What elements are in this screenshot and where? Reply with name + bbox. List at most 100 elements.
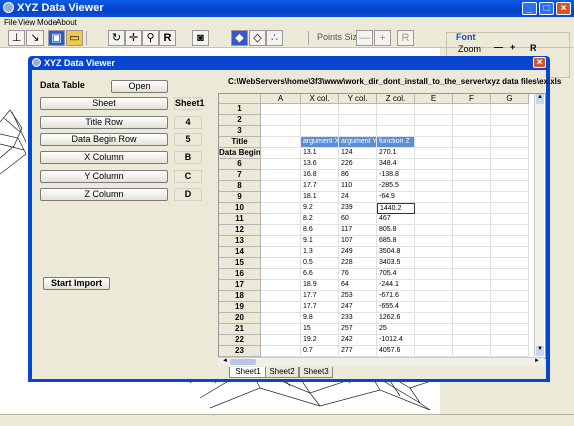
table-cell[interactable] bbox=[491, 181, 529, 192]
table-cell[interactable] bbox=[453, 258, 491, 269]
table-cell[interactable] bbox=[415, 181, 453, 192]
table-cell[interactable]: -138.8 bbox=[377, 170, 415, 181]
table-cell[interactable] bbox=[261, 126, 301, 137]
table-cell[interactable] bbox=[339, 104, 377, 115]
table-cell[interactable]: 249 bbox=[339, 247, 377, 258]
menu-view[interactable]: View bbox=[18, 18, 35, 27]
table-cell[interactable]: 242 bbox=[339, 335, 377, 346]
dialog-close-button[interactable]: × bbox=[533, 57, 546, 68]
table-cell[interactable] bbox=[301, 115, 339, 126]
row-header[interactable]: 10 bbox=[219, 203, 261, 214]
table-cell[interactable]: 1440.2 bbox=[377, 203, 415, 214]
table-cell[interactable]: 107 bbox=[339, 236, 377, 247]
table-cell[interactable]: 17.7 bbox=[301, 181, 339, 192]
table-cell[interactable]: 4057.6 bbox=[377, 346, 415, 357]
table-cell[interactable]: 117 bbox=[339, 225, 377, 236]
points-reset-button[interactable]: R bbox=[397, 30, 414, 46]
table-cell[interactable]: -1012.4 bbox=[377, 335, 415, 346]
zoom-plus-button[interactable]: + bbox=[510, 42, 515, 52]
table-cell[interactable] bbox=[491, 225, 529, 236]
row-header[interactable]: 23 bbox=[219, 346, 261, 357]
table-cell[interactable] bbox=[453, 291, 491, 302]
table-cell[interactable] bbox=[453, 236, 491, 247]
table-cell[interactable]: 13.1 bbox=[301, 148, 339, 159]
table-cell[interactable] bbox=[453, 335, 491, 346]
rotate-icon[interactable]: ↻ bbox=[108, 30, 125, 46]
table-cell[interactable] bbox=[453, 225, 491, 236]
table-cell[interactable]: 348.4 bbox=[377, 159, 415, 170]
table-cell[interactable] bbox=[261, 313, 301, 324]
sheet-tab-2[interactable]: Sheet2 bbox=[265, 367, 299, 378]
table-cell[interactable] bbox=[415, 148, 453, 159]
column-header[interactable]: G bbox=[491, 94, 529, 104]
table-cell[interactable] bbox=[453, 346, 491, 357]
row-header[interactable]: 13 bbox=[219, 236, 261, 247]
table-cell[interactable]: -671.6 bbox=[377, 291, 415, 302]
table-cell[interactable]: 19.2 bbox=[301, 335, 339, 346]
table-cell[interactable] bbox=[491, 126, 529, 137]
x-column-button[interactable]: X Column bbox=[40, 151, 168, 164]
table-cell[interactable]: 1.3 bbox=[301, 247, 339, 258]
column-header[interactable]: A bbox=[261, 94, 301, 104]
table-cell[interactable]: 8.6 bbox=[301, 225, 339, 236]
table-cell[interactable] bbox=[415, 302, 453, 313]
table-cell[interactable] bbox=[415, 236, 453, 247]
table-cell[interactable] bbox=[491, 115, 529, 126]
table-cell[interactable]: 0.5 bbox=[301, 258, 339, 269]
sheet-tab-3[interactable]: Sheet3 bbox=[299, 367, 333, 378]
table-cell[interactable] bbox=[261, 137, 301, 148]
table-cell[interactable] bbox=[453, 126, 491, 137]
menu-file[interactable]: File bbox=[4, 18, 17, 27]
table-cell[interactable] bbox=[491, 302, 529, 313]
table-cell[interactable] bbox=[491, 159, 529, 170]
points-size-minus-button[interactable]: — bbox=[356, 30, 373, 46]
row-header[interactable]: 12 bbox=[219, 225, 261, 236]
table-cell[interactable] bbox=[453, 269, 491, 280]
table-cell[interactable]: 257 bbox=[339, 324, 377, 335]
vertical-scrollbar[interactable]: ▲ ▼ bbox=[534, 94, 544, 356]
table-cell[interactable]: 15 bbox=[301, 324, 339, 335]
data-begin-row-button[interactable]: Data Begin Row bbox=[40, 133, 168, 146]
table-cell[interactable] bbox=[453, 313, 491, 324]
table-cell[interactable]: 60 bbox=[339, 214, 377, 225]
table-cell[interactable] bbox=[261, 269, 301, 280]
table-cell[interactable]: 17.7 bbox=[301, 302, 339, 313]
table-cell[interactable] bbox=[453, 170, 491, 181]
open-folder-icon[interactable]: ▭ bbox=[66, 30, 83, 46]
table-cell[interactable] bbox=[491, 236, 529, 247]
table-cell[interactable] bbox=[415, 104, 453, 115]
table-cell[interactable]: 1262.6 bbox=[377, 313, 415, 324]
scroll-up-arrow-icon[interactable]: ▲ bbox=[536, 94, 544, 104]
table-cell[interactable]: 3504.8 bbox=[377, 247, 415, 258]
table-cell[interactable] bbox=[491, 137, 529, 148]
table-cell[interactable] bbox=[415, 225, 453, 236]
table-cell[interactable] bbox=[415, 247, 453, 258]
table-cell[interactable] bbox=[339, 115, 377, 126]
sheet-tab-1[interactable]: Sheet1 bbox=[229, 367, 267, 378]
y-column-button[interactable]: Y Column bbox=[40, 170, 168, 183]
row-header[interactable]: 22 bbox=[219, 335, 261, 346]
table-cell[interactable] bbox=[415, 291, 453, 302]
table-cell[interactable]: -285.5 bbox=[377, 181, 415, 192]
table-cell[interactable] bbox=[377, 126, 415, 137]
table-cell[interactable]: argument X bbox=[301, 137, 339, 148]
table-cell[interactable] bbox=[453, 192, 491, 203]
table-cell[interactable]: 17.7 bbox=[301, 291, 339, 302]
table-cell[interactable] bbox=[261, 104, 301, 115]
table-cell[interactable] bbox=[377, 104, 415, 115]
table-cell[interactable] bbox=[453, 115, 491, 126]
table-cell[interactable] bbox=[301, 104, 339, 115]
row-header[interactable]: 7 bbox=[219, 170, 261, 181]
table-cell[interactable] bbox=[415, 137, 453, 148]
row-header[interactable]: 18 bbox=[219, 291, 261, 302]
table-cell[interactable]: 86 bbox=[339, 170, 377, 181]
row-header[interactable]: 3 bbox=[219, 126, 261, 137]
column-header[interactable]: E bbox=[415, 94, 453, 104]
table-cell[interactable] bbox=[453, 181, 491, 192]
table-cell[interactable] bbox=[453, 247, 491, 258]
table-cell[interactable] bbox=[491, 203, 529, 214]
axes-icon[interactable]: ⊥ bbox=[8, 30, 25, 46]
row-header[interactable]: 2 bbox=[219, 115, 261, 126]
wire-cube-icon[interactable]: ◇ bbox=[249, 30, 266, 46]
solid-cube-icon[interactable]: ◆ bbox=[231, 30, 248, 46]
